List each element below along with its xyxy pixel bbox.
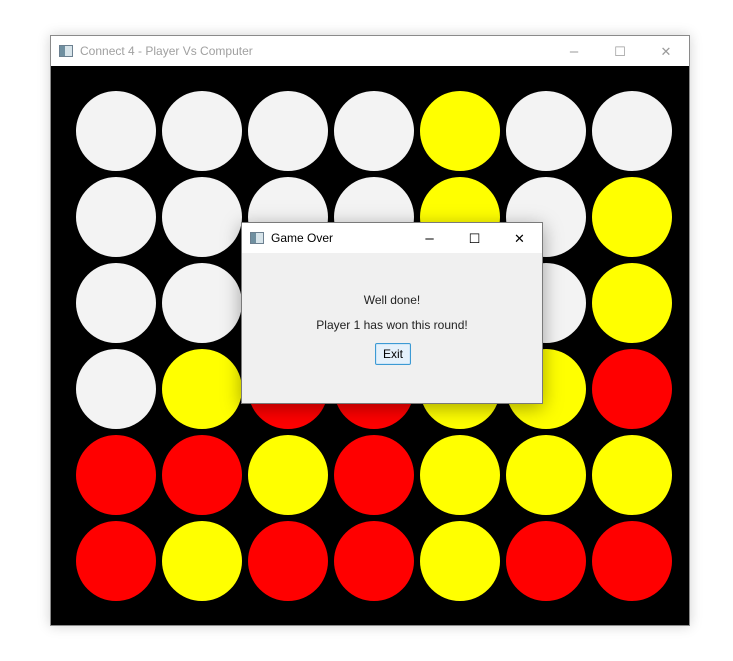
board-cell-r4-c2-yellow[interactable] xyxy=(162,349,242,429)
dialog-app-icon xyxy=(250,232,264,244)
exit-button[interactable]: Exit xyxy=(375,343,411,365)
dialog-message-detail: Player 1 has won this round! xyxy=(316,318,468,332)
board-cell-r5-c5-yellow[interactable] xyxy=(420,435,500,515)
minimize-icon: – xyxy=(569,42,579,60)
board-cell-r5-c7-yellow[interactable] xyxy=(592,435,672,515)
board-cell-r5-c3-yellow[interactable] xyxy=(248,435,328,515)
dialog-message-headline: Well done! xyxy=(363,293,421,307)
dialog-close-button[interactable]: ✕ xyxy=(497,223,542,253)
board-cell-r3-c2-empty[interactable] xyxy=(162,263,242,343)
board-cell-r5-c4-red[interactable] xyxy=(334,435,414,515)
main-titlebar[interactable]: Connect 4 - Player Vs Computer – ☐ ✕ xyxy=(51,36,689,66)
window-controls: – ☐ ✕ xyxy=(551,36,689,66)
minimize-icon: – xyxy=(425,229,434,247)
app-icon xyxy=(59,45,73,57)
board-cell-r6-c4-red[interactable] xyxy=(334,521,414,601)
board-cell-r1-c4-empty[interactable] xyxy=(334,91,414,171)
board-cell-r2-c7-yellow[interactable] xyxy=(592,177,672,257)
board-cell-r1-c7-empty[interactable] xyxy=(592,91,672,171)
board-cell-r1-c5-yellow[interactable] xyxy=(420,91,500,171)
maximize-button[interactable]: ☐ xyxy=(597,36,643,66)
board-cell-r6-c2-yellow[interactable] xyxy=(162,521,242,601)
board-cell-r4-c7-red[interactable] xyxy=(592,349,672,429)
dialog-window-controls: – ☐ ✕ xyxy=(407,223,542,253)
board-cell-r1-c6-empty[interactable] xyxy=(506,91,586,171)
board-cell-r5-c1-red[interactable] xyxy=(76,435,156,515)
close-icon: ✕ xyxy=(660,43,672,59)
dialog-maximize-button[interactable]: ☐ xyxy=(452,223,497,253)
close-icon: ✕ xyxy=(514,230,525,246)
game-over-dialog: Game Over – ☐ ✕ Well done! Player 1 has … xyxy=(241,222,543,404)
board-cell-r6-c7-red[interactable] xyxy=(592,521,672,601)
board-cell-r3-c7-yellow[interactable] xyxy=(592,263,672,343)
board-cell-r6-c6-red[interactable] xyxy=(506,521,586,601)
dialog-body: Well done! Player 1 has won this round! … xyxy=(242,253,542,403)
window-title: Connect 4 - Player Vs Computer xyxy=(80,44,253,58)
dialog-title: Game Over xyxy=(271,231,334,245)
dialog-titlebar[interactable]: Game Over – ☐ ✕ xyxy=(242,223,542,253)
board-cell-r2-c2-empty[interactable] xyxy=(162,177,242,257)
board-cell-r1-c3-empty[interactable] xyxy=(248,91,328,171)
dialog-minimize-button[interactable]: – xyxy=(407,223,452,253)
board-cell-r6-c1-red[interactable] xyxy=(76,521,156,601)
board-cell-r2-c1-empty[interactable] xyxy=(76,177,156,257)
board-cell-r5-c6-yellow[interactable] xyxy=(506,435,586,515)
board-cell-r6-c5-yellow[interactable] xyxy=(420,521,500,601)
board-cell-r1-c2-empty[interactable] xyxy=(162,91,242,171)
board-cell-r6-c3-red[interactable] xyxy=(248,521,328,601)
maximize-icon: ☐ xyxy=(614,43,626,59)
board-cell-r3-c1-empty[interactable] xyxy=(76,263,156,343)
maximize-icon: ☐ xyxy=(468,230,481,246)
board-cell-r5-c2-red[interactable] xyxy=(162,435,242,515)
board-cell-r4-c1-empty[interactable] xyxy=(76,349,156,429)
board-cell-r1-c1-empty[interactable] xyxy=(76,91,156,171)
minimize-button[interactable]: – xyxy=(551,36,597,66)
close-button[interactable]: ✕ xyxy=(643,36,689,66)
